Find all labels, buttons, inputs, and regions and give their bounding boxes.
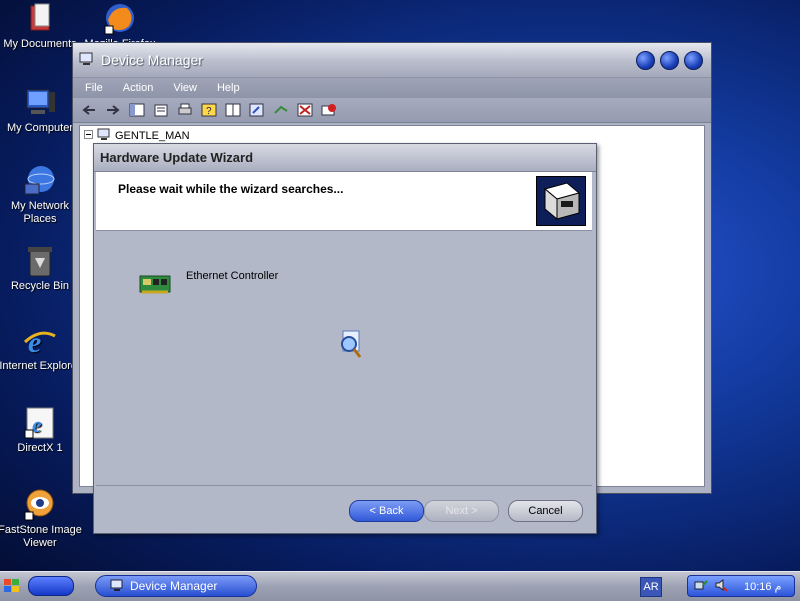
collapse-icon[interactable]	[84, 129, 93, 142]
tree-root-label: GENTLE_MAN	[115, 129, 190, 142]
toolbar: ?	[73, 98, 711, 123]
faststone-icon	[23, 488, 57, 522]
wizard-body: Ethernet Controller	[96, 232, 592, 484]
menu-view[interactable]: View	[173, 82, 197, 94]
desktop-icon-label: Internet Explorer	[0, 360, 81, 372]
taskbar: Device Manager AR 10:16 م	[0, 571, 800, 601]
back-arrow-icon[interactable]	[81, 103, 97, 117]
help-icon[interactable]: ?	[201, 103, 217, 117]
computer-node-icon	[97, 128, 111, 143]
clock[interactable]: 10:16 م	[744, 580, 781, 593]
start-pill[interactable]	[28, 576, 74, 596]
network-icon	[23, 164, 57, 198]
language-indicator[interactable]: AR	[640, 577, 662, 597]
uninstall-icon[interactable]	[297, 103, 313, 117]
device-manager-titlebar[interactable]: Device Manager	[73, 43, 711, 78]
taskbar-button-label: Device Manager	[130, 579, 218, 593]
wizard-title: Hardware Update Wizard	[100, 150, 254, 165]
svg-text:?: ?	[206, 106, 212, 117]
firefox-icon	[103, 2, 137, 36]
internet-explorer-icon: e	[23, 324, 57, 359]
desktop-icon-label: My Computer	[6, 122, 74, 134]
wizard-divider	[96, 485, 592, 486]
wizard-header: Please wait while the wizard searches...	[96, 172, 592, 231]
properties-icon[interactable]	[153, 103, 169, 117]
desktop-icon-internet-explorer[interactable]: e Internet Explorer	[0, 324, 82, 373]
desktop-icon-network-places[interactable]: My Network Places	[0, 164, 82, 226]
desktop-icon-label: FastStone Image Viewer	[0, 524, 82, 549]
minimize-button[interactable]	[636, 50, 655, 70]
computer-icon	[23, 86, 57, 120]
windows-flag-icon	[2, 577, 22, 595]
start-button[interactable]	[2, 575, 86, 597]
desktop-icon-faststone[interactable]: FastStone Image Viewer	[0, 488, 82, 550]
search-animation-icon	[338, 330, 364, 360]
svg-text:e: e	[28, 326, 41, 358]
print-icon[interactable]	[177, 103, 193, 117]
device-manager-task-icon	[110, 579, 124, 594]
close-button[interactable]	[684, 50, 703, 70]
view-pane-icon[interactable]	[225, 103, 241, 117]
documents-folder-icon	[23, 2, 57, 36]
hardware-wizard-icon	[536, 176, 586, 226]
menu-action[interactable]: Action	[123, 82, 154, 94]
window-title: Device Manager	[101, 52, 203, 68]
maximize-button[interactable]	[660, 50, 679, 70]
desktop-icon-my-documents[interactable]: My Documents	[0, 2, 82, 51]
volume-tray-icon[interactable]	[714, 578, 728, 595]
desktop-icon-label: DirectX 1	[17, 442, 63, 454]
show-hide-tree-icon[interactable]	[129, 103, 145, 117]
desktop-icon-label: My Documents	[3, 38, 77, 50]
device-manager-app-icon	[79, 52, 95, 69]
directx-shortcut-icon: e	[23, 406, 57, 440]
desktop-icon-label: My Network Places	[10, 200, 70, 225]
recycle-bin-icon	[23, 244, 57, 278]
network-tray-icon[interactable]	[694, 578, 708, 595]
menu-help[interactable]: Help	[217, 82, 240, 94]
wizard-titlebar[interactable]: Hardware Update Wizard	[94, 144, 596, 172]
forward-arrow-icon[interactable]	[105, 103, 121, 117]
back-button[interactable]: < Back	[349, 500, 424, 522]
hardware-update-wizard: Hardware Update Wizard Please wait while…	[93, 143, 597, 534]
next-button[interactable]: Next >	[424, 500, 499, 522]
desktop-icon-my-computer[interactable]: My Computer	[0, 86, 82, 135]
wizard-header-text: Please wait while the wizard searches...	[118, 182, 344, 196]
disable-device-icon[interactable]	[321, 103, 337, 117]
taskbar-device-manager-button[interactable]: Device Manager	[95, 575, 257, 597]
menu-bar: File Action View Help	[73, 78, 711, 98]
ethernet-card-icon	[139, 274, 171, 296]
desktop-icon-recycle-bin[interactable]: Recycle Bin	[0, 244, 82, 293]
system-tray: 10:16 م	[687, 575, 795, 597]
cancel-button[interactable]: Cancel	[508, 500, 583, 522]
scan-hardware-icon[interactable]	[249, 103, 265, 117]
update-driver-icon[interactable]	[273, 103, 289, 117]
device-name-label: Ethernet Controller	[186, 270, 279, 282]
desktop-icon-label: Recycle Bin	[10, 280, 70, 292]
menu-file[interactable]: File	[85, 82, 103, 94]
tree-root-item[interactable]: GENTLE_MAN	[84, 128, 190, 143]
desktop-icon-directx[interactable]: e DirectX 1	[0, 406, 82, 455]
